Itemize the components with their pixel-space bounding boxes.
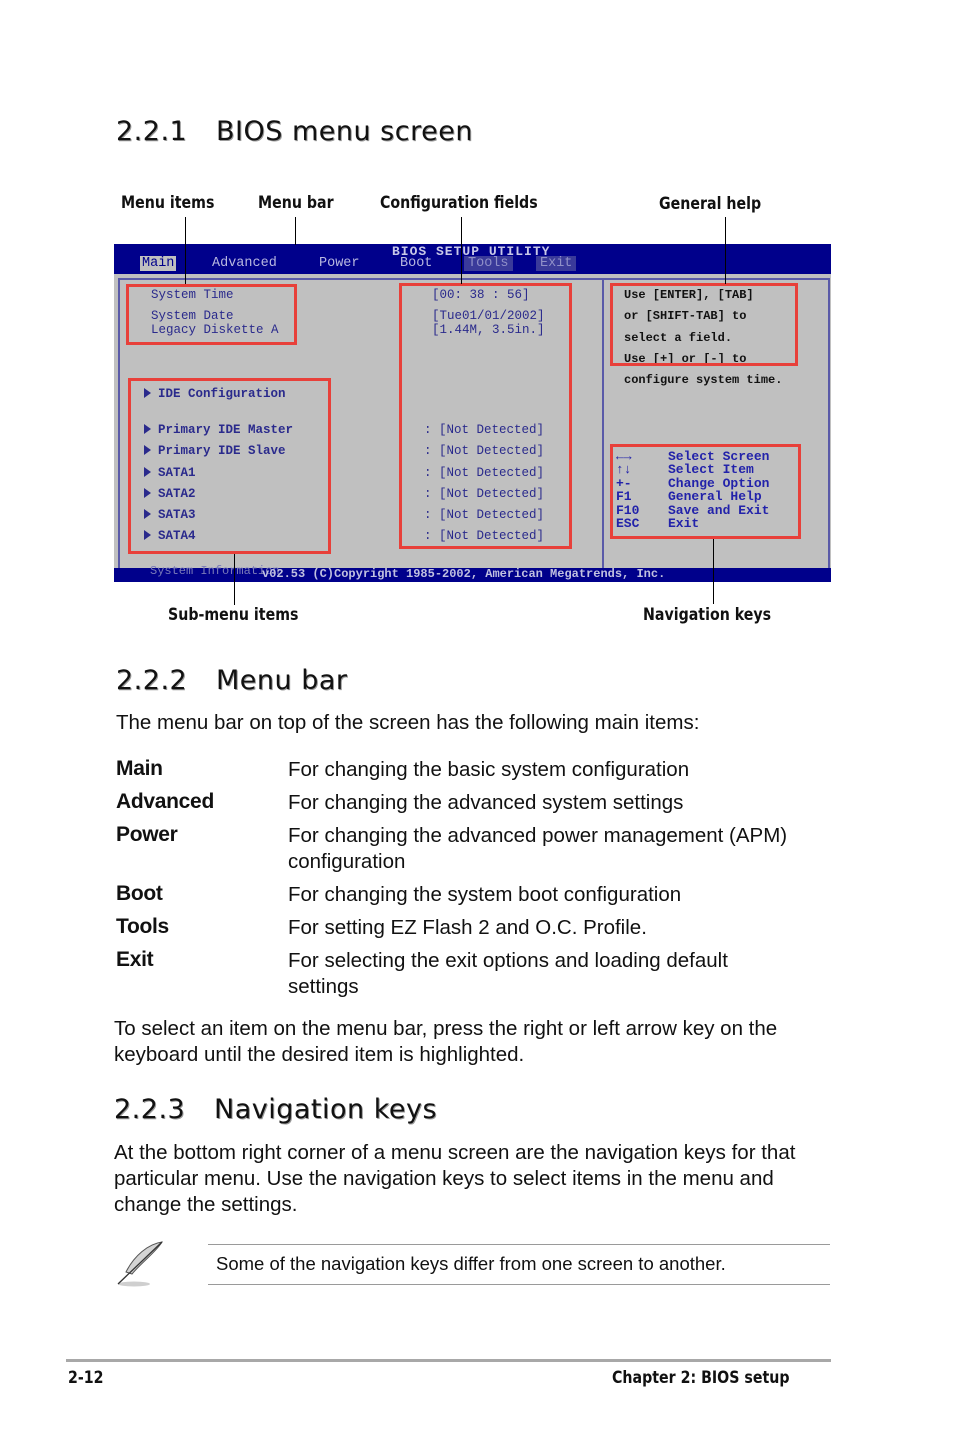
definition-desc: For changing the system boot configurati… xyxy=(288,883,682,906)
bios-menu-tools[interactable]: Tools xyxy=(464,256,513,271)
note-top-rule xyxy=(208,1244,830,1245)
navigation-keys-body: At the bottom right corner of a menu scr… xyxy=(114,1141,796,1216)
section-title: Menu bar xyxy=(216,665,348,696)
chapter-title: Chapter 2: BIOS setup xyxy=(612,1368,790,1387)
leader-line-general-help xyxy=(725,217,726,284)
definition-term: Boot xyxy=(116,882,163,905)
section-title: Navigation keys xyxy=(214,1094,438,1125)
highlight-configuration-fields xyxy=(399,283,572,549)
highlight-sub-menu-items xyxy=(128,378,331,554)
callout-menu-items: Menu items xyxy=(121,193,215,212)
menu-bar-definition-list: Main For changing the basic system confi… xyxy=(116,757,831,1007)
section-title: BIOS menu screen xyxy=(216,116,473,147)
section-heading-navigation-keys: 2.2.3 Navigation keys xyxy=(114,1094,437,1125)
menu-bar-outro: To select an item on the menu bar, press… xyxy=(114,1017,778,1066)
definition-desc: For changing the advanced system setting… xyxy=(288,791,684,814)
definition-row: Tools For setting EZ Flash 2 and O.C. Pr… xyxy=(116,915,831,948)
note-text: Some of the navigation keys differ from … xyxy=(216,1253,726,1274)
callout-configuration-fields: Configuration fields xyxy=(380,193,538,212)
bios-help-line: configure system time. xyxy=(624,373,783,387)
section-number: 2.2.3 xyxy=(114,1094,186,1125)
leader-line-sub-menu-items xyxy=(234,554,235,605)
highlight-navigation-keys xyxy=(610,444,801,539)
definition-term: Power xyxy=(116,823,178,846)
bios-menu-main[interactable]: Main xyxy=(140,256,177,271)
definition-term: Main xyxy=(116,757,163,780)
definition-desc: For changing the basic system configurat… xyxy=(288,758,690,781)
note-bottom-rule xyxy=(208,1284,830,1285)
definition-row: Power For changing the advanced power ma… xyxy=(116,823,831,882)
leader-line-navigation-keys xyxy=(713,539,714,604)
bios-menu-boot[interactable]: Boot xyxy=(400,256,432,271)
leader-line-menu-items xyxy=(185,217,186,284)
definition-term: Advanced xyxy=(116,790,214,813)
definition-row: Exit For selecting the exit options and … xyxy=(116,948,831,1007)
bios-hidden-submenu: System Information xyxy=(150,564,280,578)
definition-row: Advanced For changing the advanced syste… xyxy=(116,790,831,823)
leader-line-menu-bar xyxy=(295,217,296,245)
callout-sub-menu-items: Sub-menu items xyxy=(168,605,299,624)
leader-line-configuration-fields xyxy=(461,217,462,284)
section-heading-bios-menu-screen: 2.2.1 BIOS menu screen xyxy=(116,116,473,147)
definition-desc: For changing the advanced power manageme… xyxy=(288,824,788,873)
callout-menu-bar: Menu bar xyxy=(258,193,334,212)
bios-screenshot: BIOS SETUP UTILITY Main Advanced Power B… xyxy=(114,244,831,582)
bios-copyright: v02.53 (C)Copyright 1985-2002, American … xyxy=(262,567,666,581)
footer-rule xyxy=(66,1359,831,1362)
definition-desc: For selecting the exit options and loadi… xyxy=(288,949,728,998)
bios-menu-exit[interactable]: Exit xyxy=(536,256,577,271)
bios-menu-advanced[interactable]: Advanced xyxy=(212,256,277,271)
callout-navigation-keys: Navigation keys xyxy=(643,605,772,624)
definition-row: Boot For changing the system boot config… xyxy=(116,882,831,915)
section-number: 2.2.2 xyxy=(116,665,188,696)
definition-term: Tools xyxy=(116,915,169,938)
section-number: 2.2.1 xyxy=(116,116,188,147)
bios-menu-power[interactable]: Power xyxy=(319,256,360,271)
page-number: 2-12 xyxy=(68,1368,104,1387)
quill-pen-icon xyxy=(112,1238,168,1290)
definition-desc: For setting EZ Flash 2 and O.C. Profile. xyxy=(288,916,647,939)
highlight-general-help xyxy=(610,283,798,366)
definition-term: Exit xyxy=(116,948,154,971)
callout-general-help: General help xyxy=(659,194,762,213)
section-heading-menu-bar: 2.2.2 Menu bar xyxy=(116,665,348,696)
highlight-menu-items xyxy=(126,284,297,345)
definition-row: Main For changing the basic system confi… xyxy=(116,757,831,790)
menu-bar-intro: The menu bar on top of the screen has th… xyxy=(116,711,700,734)
